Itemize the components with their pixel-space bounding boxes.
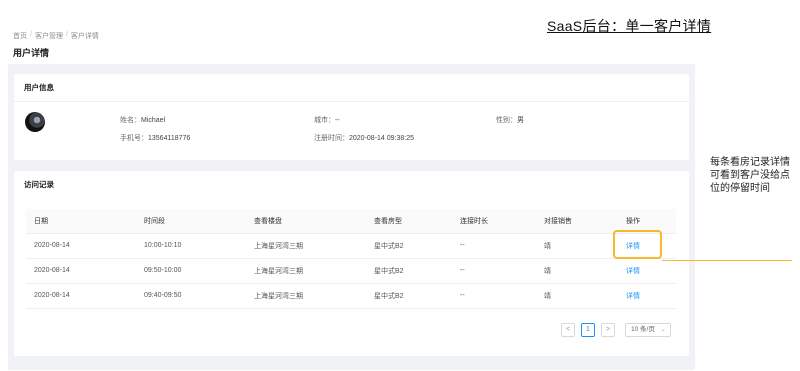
pager-page-1[interactable]: 1 (581, 323, 595, 337)
visit-records-table: 日期 时间段 查看楼盘 查看房型 连接时长 对接销售 操作 2020-08-14… (26, 209, 676, 309)
gender-field: 性别：男 (496, 115, 524, 125)
col-sales: 对接销售 (536, 209, 618, 234)
breadcrumb-customer-management[interactable]: 客户管理 (35, 31, 63, 41)
phone-value: 13564118776 (148, 135, 191, 142)
register-time-label: 注册时间： (314, 135, 349, 142)
cell-time-slot: 09:40-09:50 (136, 283, 246, 309)
col-time-slot: 时间段 (136, 209, 246, 234)
cell-duration: -- (452, 233, 536, 259)
detail-link[interactable]: 详情 (618, 283, 676, 309)
col-property: 查看楼盘 (246, 209, 366, 234)
cell-duration: -- (452, 258, 536, 284)
cell-duration: -- (452, 283, 536, 309)
cell-room-type: 星中式B2 (366, 258, 452, 284)
pager-prev-button[interactable]: < (561, 323, 575, 337)
gender-label: 性别： (496, 117, 517, 124)
user-info-title: 用户信息 (14, 74, 689, 102)
table-row: 2020-08-14 10:00-10:10 上海星河湾三期 星中式B2 -- … (26, 233, 676, 259)
user-info-card: 用户信息 姓名：Michael 手机号：13564118776 城市：-- 注册… (14, 74, 689, 160)
table-row: 2020-08-14 09:40-09:50 上海星河湾三期 星中式B2 -- … (26, 283, 676, 309)
page-size-value: 10 条/页 (631, 326, 655, 333)
name-field: 姓名：Michael (120, 115, 165, 125)
breadcrumb-separator: / (65, 31, 68, 38)
annotation-note: 每条看房记录详情可看到客户没给点位的停留时间 (710, 157, 790, 194)
visit-records-card: 访问记录 日期 时间段 查看楼盘 查看房型 连接时长 对接销售 操作 2020-… (14, 171, 689, 356)
cell-property: 上海星河湾三期 (246, 258, 366, 284)
register-time-value: 2020-08-14 09:38:25 (349, 135, 414, 142)
gender-value: 男 (517, 117, 524, 124)
register-time-field: 注册时间：2020-08-14 09:38:25 (314, 133, 414, 143)
table-header-row: 日期 时间段 查看楼盘 查看房型 连接时长 对接销售 操作 (26, 209, 676, 234)
table-row: 2020-08-14 09:50-10:00 上海星河湾三期 星中式B2 -- … (26, 258, 676, 284)
cell-sales: 靖 (536, 283, 618, 309)
name-value: Michael (141, 117, 166, 124)
visit-records-title: 访问记录 (24, 180, 54, 189)
cell-property: 上海星河湾三期 (246, 233, 366, 259)
breadcrumb-separator: / (30, 31, 32, 38)
name-label: 姓名： (120, 117, 141, 124)
phone-label: 手机号： (120, 135, 148, 142)
cell-room-type: 星中式B2 (366, 233, 452, 259)
col-room-type: 查看房型 (366, 209, 452, 234)
phone-field: 手机号：13564118776 (120, 133, 190, 143)
cell-room-type: 星中式B2 (366, 283, 452, 309)
city-value: -- (335, 117, 340, 124)
highlight-box (613, 230, 662, 259)
cell-property: 上海星河湾三期 (246, 283, 366, 309)
page-title: 用户详情 (13, 48, 50, 58)
col-date: 日期 (26, 209, 136, 234)
cell-sales: 靖 (536, 233, 618, 259)
city-field: 城市：-- (314, 115, 340, 125)
cell-date: 2020-08-14 (26, 283, 136, 309)
cell-date: 2020-08-14 (26, 233, 136, 259)
breadcrumb-customer-detail: 客户详情 (70, 33, 99, 40)
city-label: 城市： (314, 117, 335, 124)
col-duration: 连接时长 (452, 209, 536, 234)
cell-date: 2020-08-14 (26, 258, 136, 284)
breadcrumb-home[interactable]: 首页 (13, 31, 27, 41)
cell-time-slot: 10:00-10:10 (136, 233, 246, 259)
cell-time-slot: 09:50-10:00 (136, 258, 246, 284)
cell-sales: 靖 (536, 258, 618, 284)
chevron-down-icon: ⌄ (660, 326, 666, 333)
page-size-select[interactable]: 10 条/页 ⌄ (625, 323, 671, 337)
detail-link[interactable]: 详情 (618, 258, 676, 284)
slide-title: SaaS后台：单一客户详情 (547, 18, 712, 34)
breadcrumb: 首页 / 客户管理 / 客户详情 (13, 31, 99, 41)
pager-next-button[interactable]: > (601, 323, 615, 337)
avatar (25, 112, 45, 132)
annotation-connector (662, 260, 792, 261)
